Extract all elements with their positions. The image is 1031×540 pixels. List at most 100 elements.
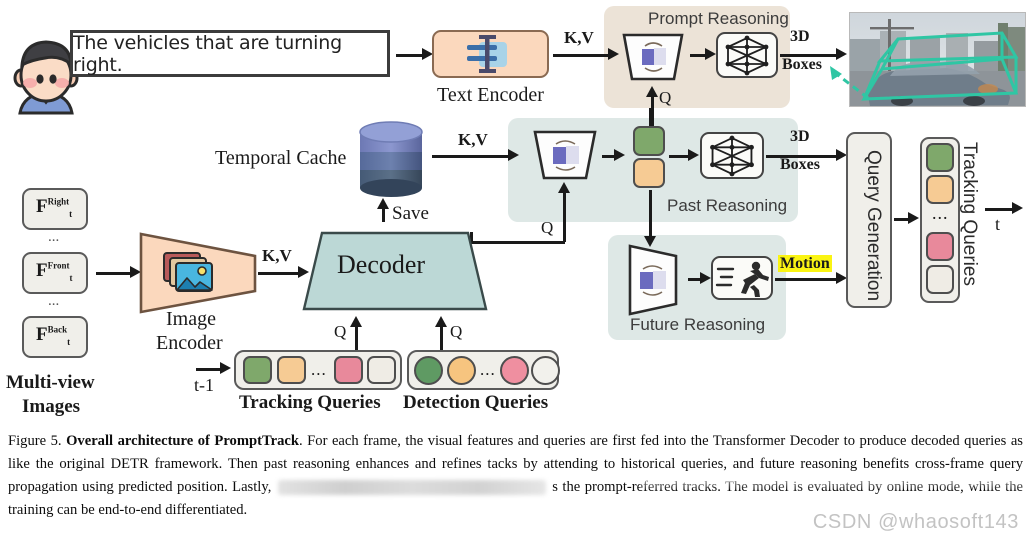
f-sup: Right xyxy=(47,196,70,207)
redacted-text-blur xyxy=(277,480,546,496)
future-reasoning-label: Future Reasoning xyxy=(630,315,766,334)
edge-label-q-prompt: Q xyxy=(659,88,672,107)
arrow-head xyxy=(1012,202,1023,214)
arrow-head xyxy=(508,149,519,161)
detection-row-chip-2 xyxy=(447,356,476,385)
tracking-row-chip-2 xyxy=(277,356,306,384)
arrow-cache-to-past-reasoning xyxy=(432,155,512,158)
edge-label-3d-past-1: 3D xyxy=(790,128,810,145)
text-cursor-icon xyxy=(467,35,507,73)
past-query-chip-green xyxy=(633,126,665,156)
arrow-q-to-past-reasoning xyxy=(563,190,566,242)
figure-number: Figure 5. xyxy=(8,433,62,449)
query-generation-label: Query Generation xyxy=(863,150,884,302)
multiview-label-right: FRightt xyxy=(36,196,72,219)
tracking-query-chip-3 xyxy=(926,232,954,261)
multiview-label-back: FBackt xyxy=(36,324,70,347)
result-image xyxy=(849,12,1026,107)
multiview-label-front: FFrontt xyxy=(36,260,72,283)
edge-label-kv-prompt: K,V xyxy=(564,28,594,47)
figure-canvas: The vehicles that are turning right. Tex… xyxy=(0,0,1031,540)
prompt-text-box[interactable]: The vehicles that are turning right. xyxy=(70,30,390,77)
prompt-text: The vehicles that are turning right. xyxy=(73,31,342,76)
detection-row-chip-3 xyxy=(500,356,529,385)
arrow-past-chips-to-future xyxy=(649,190,652,238)
prompt-cross-attention-module xyxy=(618,32,688,82)
arrow-head xyxy=(614,149,625,161)
prompt-3d-box-head xyxy=(716,32,778,78)
tracking-queries-vertical-label: Tracking Queries xyxy=(959,142,980,286)
arrow-head xyxy=(705,48,716,60)
arrow-motion-to-query-generation xyxy=(775,278,841,281)
detection-row-chip-1 xyxy=(414,356,443,385)
past-3d-box-head xyxy=(700,132,764,179)
running-person-icon xyxy=(715,261,769,297)
result-image-pointer xyxy=(830,66,869,100)
cube-wireframe-icon xyxy=(710,135,754,177)
tracking-query-chip-4 xyxy=(926,265,954,294)
f-sub: t xyxy=(69,208,73,219)
future-cross-attention-module xyxy=(620,244,686,316)
arrow-head xyxy=(700,272,711,284)
edge-label-t: t xyxy=(995,214,1001,234)
edge-label-3d-past-2: Boxes xyxy=(780,156,820,173)
arrow-multiview-to-image-encoder xyxy=(96,272,132,275)
past-query-chip-orange xyxy=(633,158,665,188)
past-cross-attention-module xyxy=(528,128,602,182)
arrow-head xyxy=(220,362,231,374)
tracking-row-ellipsis: ... xyxy=(311,360,327,379)
text-encoder-box xyxy=(432,30,549,78)
arrow-head xyxy=(350,316,362,327)
arrow-head xyxy=(646,86,658,97)
f-sub: t xyxy=(67,336,71,347)
tracking-queries-ellipsis: ... xyxy=(932,203,949,223)
future-motion-head xyxy=(711,256,773,300)
detection-row-chip-4 xyxy=(531,356,560,385)
figure-caption: Figure 5. Overall architecture of Prompt… xyxy=(8,430,1023,522)
arrow-head xyxy=(435,316,447,327)
image-encoder-label-1: Image xyxy=(166,308,216,330)
f-sup: Front xyxy=(47,260,70,271)
tracking-query-chip-2 xyxy=(926,175,954,204)
arrow-prompt-panel-to-past-chips xyxy=(649,108,652,126)
f-base: F xyxy=(36,324,48,345)
multiview-caption-line1: Multi-view xyxy=(6,372,95,393)
edge-label-motion: Motion xyxy=(778,255,832,273)
tracking-queries-label: Tracking Queries xyxy=(239,392,381,413)
image-encoder-module xyxy=(138,231,258,315)
tracking-query-chip-1 xyxy=(926,143,954,172)
photos-stack-icon xyxy=(163,252,213,292)
edge-label-3d-prompt-1: 3D xyxy=(790,28,810,45)
edge-label-t-minus-1: t-1 xyxy=(194,375,214,395)
image-encoder-label-2: Encoder xyxy=(156,332,223,354)
past-reasoning-label: Past Reasoning xyxy=(667,196,788,215)
watermark: CSDN @whaosoft143 xyxy=(812,511,1019,533)
figure-title: Overall architecture of PromptTrack xyxy=(66,433,299,449)
arrow-image-encoder-to-decoder xyxy=(258,272,302,275)
edge-label-kv-cache: K,V xyxy=(458,130,488,149)
edge-label-kv-image: K,V xyxy=(262,246,292,265)
arrow-head xyxy=(908,212,919,224)
edge-label-q-detection: Q xyxy=(450,322,463,341)
save-label: Save xyxy=(392,203,429,224)
f-sub: t xyxy=(69,272,73,283)
tracking-row-chip-1 xyxy=(243,356,272,384)
cube-wireframe-icon xyxy=(725,35,769,76)
arrow-tracking-to-t xyxy=(985,208,1015,211)
arrow-head xyxy=(688,149,699,161)
arrow-text-encoder-to-prompt-reasoning xyxy=(553,54,610,57)
arrow-head xyxy=(836,48,847,60)
edge-label-q-past: Q xyxy=(541,218,554,237)
multiview-ellipsis-1: ... xyxy=(48,229,60,245)
arrow-head xyxy=(377,198,389,209)
temporal-cache-label: Temporal Cache xyxy=(215,147,347,169)
motion-highlight: Motion xyxy=(778,255,832,272)
detection-queries-label: Detection Queries xyxy=(403,392,549,413)
f-base: F xyxy=(36,260,48,281)
tracking-row-chip-4 xyxy=(367,356,396,384)
arrow-prompt-to-text-encoder xyxy=(396,54,424,57)
prompt-reasoning-label: Prompt Reasoning xyxy=(648,9,789,28)
multiview-ellipsis-2: ... xyxy=(48,293,60,309)
arrow-head xyxy=(558,182,570,193)
multiview-caption-line2: Images xyxy=(22,396,81,417)
